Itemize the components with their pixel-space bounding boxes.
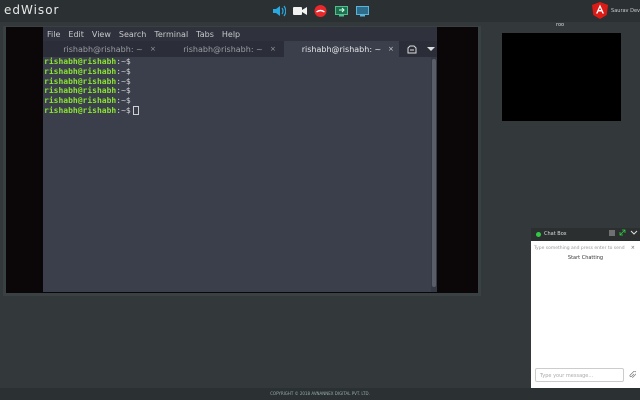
prompt-path: :~$ (116, 76, 131, 86)
prompt-user: rishabh@rishabh (44, 76, 117, 86)
terminal-line: rishabh@rishabh:~$ (44, 105, 431, 116)
terminal-line: rishabh@rishabh:~$ (44, 67, 431, 77)
user-name: Saurav Dev (611, 7, 640, 14)
terminal-tabbar: rishabh@rishabh: ~ × rishabh@rishabh: ~ … (43, 41, 437, 57)
top-bar: edWisor Saurav Dev (0, 0, 640, 22)
menu-tabs[interactable]: Tabs (196, 30, 214, 39)
attachment-icon[interactable] (629, 371, 636, 379)
terminal-line: rishabh@rishabh:~$ (44, 77, 431, 87)
brand-logo: edWisor (4, 3, 60, 17)
terminal-line: rishabh@rishabh:~$ (44, 96, 431, 106)
menu-help[interactable]: Help (222, 30, 240, 39)
terminal-menubar: File Edit View Search Terminal Tabs Help (43, 27, 437, 41)
chat-title: Chat Box (544, 231, 567, 237)
chat-header[interactable]: Chat Box (531, 228, 640, 241)
tab-label: rishabh@rishabh: ~ (301, 44, 382, 54)
chat-hint: Type something and press enter to send (534, 246, 625, 251)
close-icon[interactable]: × (631, 245, 635, 251)
text-cursor (132, 105, 139, 115)
camera-icon[interactable] (293, 5, 307, 17)
prompt-user: rishabh@rishabh (44, 66, 117, 76)
tab-tools (407, 41, 435, 57)
tab-label: rishabh@rishabh: ~ (63, 44, 143, 54)
footer-copyright: COPYRIGHT © 2018 AVNANNEX DIGITAL PVT. L… (0, 388, 640, 400)
online-status-icon (536, 232, 541, 237)
chat-message-input[interactable]: Type your message... (535, 368, 624, 382)
angular-logo-icon (592, 2, 609, 19)
chat-header-controls (609, 229, 638, 236)
start-chatting-label: Start Chatting (567, 255, 604, 261)
terminal-line: rishabh@rishabh:~$ (44, 57, 431, 67)
menu-search[interactable]: Search (119, 30, 146, 39)
terminal-scrollbar[interactable] (431, 57, 437, 292)
participant-video (502, 33, 621, 121)
prompt-user: rishabh@rishabh (44, 105, 117, 115)
terminal-tab-1[interactable]: rishabh@rishabh: ~ (43, 41, 163, 57)
new-tab-icon[interactable] (407, 45, 417, 54)
menu-terminal[interactable]: Terminal (154, 30, 188, 39)
prompt-path: :~$ (116, 105, 131, 115)
prompt-user: rishabh@rishabh (44, 86, 117, 96)
menu-edit[interactable]: Edit (68, 30, 84, 39)
chat-box: Chat Box Type something and press enter … (531, 228, 640, 389)
terminal-output[interactable]: rishabh@rishabh:~$ rishabh@rishabh:~$ ri… (43, 57, 431, 292)
hangup-icon[interactable] (314, 5, 327, 17)
close-icon[interactable]: × (388, 45, 394, 53)
prompt-user: rishabh@rishabh (44, 57, 117, 66)
prompt-path: :~$ (116, 66, 131, 76)
chevron-down-icon[interactable] (427, 46, 435, 52)
menu-file[interactable]: File (47, 30, 60, 39)
monitor-icon[interactable] (356, 5, 369, 17)
terminal-line: rishabh@rishabh:~$ (44, 86, 431, 96)
menu-icon[interactable] (609, 230, 615, 236)
close-icon[interactable]: × (270, 45, 276, 53)
speaker-icon[interactable] (272, 5, 286, 17)
tab-label: rishabh@rishabh: ~ (183, 44, 263, 54)
close-icon[interactable]: × (150, 45, 156, 53)
terminal-window: File Edit View Search Terminal Tabs Help… (43, 27, 437, 292)
video-participant-label: roo (556, 22, 565, 28)
chevron-down-icon[interactable] (630, 230, 638, 236)
prompt-path: :~$ (116, 96, 131, 106)
prompt-user: rishabh@rishabh (44, 96, 117, 106)
user-menu[interactable]: Saurav Dev (592, 2, 640, 19)
prompt-path: :~$ (116, 86, 131, 96)
expand-icon[interactable] (619, 229, 626, 236)
prompt-path: :~$ (116, 57, 131, 66)
screen-share-icon[interactable] (335, 5, 348, 17)
menu-view[interactable]: View (92, 30, 111, 39)
terminal-tab-3[interactable]: rishabh@rishabh: ~ (284, 41, 399, 57)
terminal-tab-2[interactable]: rishabh@rishabh: ~ (163, 41, 283, 57)
scrollbar-thumb[interactable] (432, 59, 436, 287)
